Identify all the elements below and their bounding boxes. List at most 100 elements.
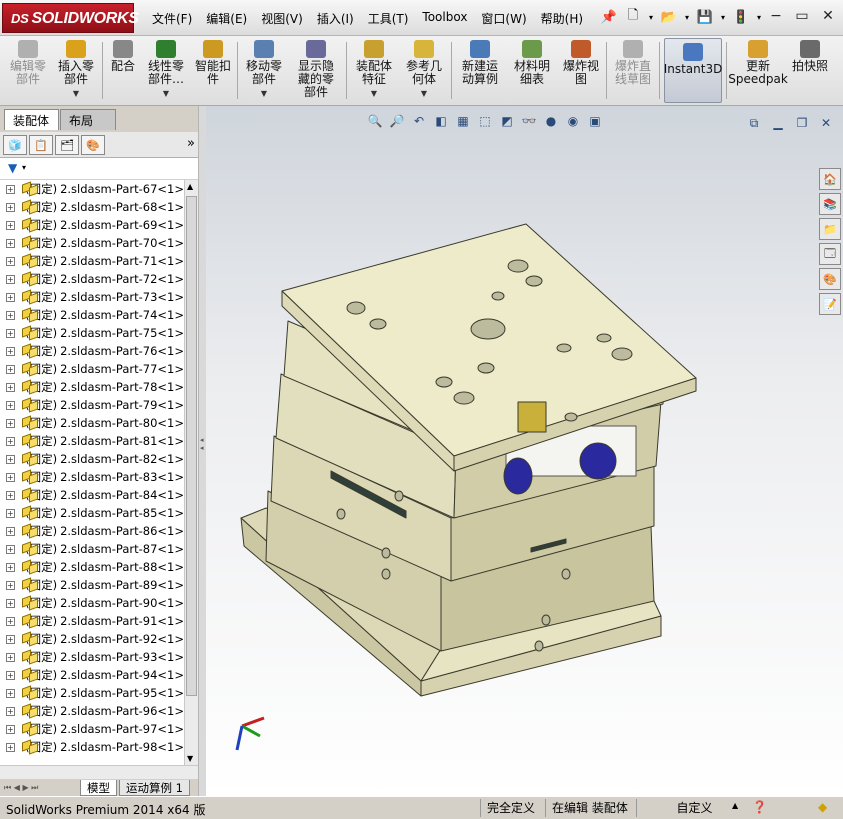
expand-icon[interactable]: +	[6, 202, 15, 212]
command-button[interactable]: Instant3D	[664, 38, 722, 103]
command-button[interactable]: 更新 Speedpak	[728, 36, 788, 105]
expand-icon[interactable]: +	[6, 184, 15, 194]
command-button[interactable]: 线性零 部件… ▼	[141, 36, 191, 105]
tree-item[interactable]: + (固定) 2.sldasm-Part-94<1>	[0, 666, 184, 684]
tab-assembly[interactable]: 装配体	[4, 109, 59, 130]
expand-icon[interactable]: +	[6, 634, 15, 644]
mold-assembly-model[interactable]	[206, 106, 843, 796]
scroll-thumb[interactable]	[186, 196, 197, 696]
chevron-down-icon[interactable]: ▼	[421, 87, 427, 100]
expand-icon[interactable]: +	[6, 220, 15, 230]
tree-item[interactable]: + (固定) 2.sldasm-Part-96<1>	[0, 702, 184, 720]
tree-item[interactable]: + (固定) 2.sldasm-Part-88<1>	[0, 558, 184, 576]
menu-item[interactable]: 编辑(E)	[200, 8, 253, 29]
expand-arrow-icon[interactable]: »	[187, 135, 195, 154]
traffic-light-icon[interactable]: 🚦	[730, 6, 752, 28]
configuration-manager-icon[interactable]: 🗂	[55, 135, 79, 155]
expand-icon[interactable]: +	[6, 454, 15, 464]
expand-icon[interactable]: +	[6, 400, 15, 410]
expand-icon[interactable]: +	[6, 346, 15, 356]
tab-nav-arrows[interactable]: ⏮ ◀ ▶ ⏭	[0, 780, 80, 796]
tree-item[interactable]: + (固定) 2.sldasm-Part-79<1>	[0, 396, 184, 414]
expand-icon[interactable]: +	[6, 292, 15, 302]
command-button[interactable]: 装配体 特征 ▼	[349, 36, 399, 105]
tree-item[interactable]: + (固定) 2.sldasm-Part-71<1>	[0, 252, 184, 270]
expand-icon[interactable]: +	[6, 508, 15, 518]
tree-item[interactable]: + (固定) 2.sldasm-Part-80<1>	[0, 414, 184, 432]
command-button[interactable]: 参考几 何体 ▼	[399, 36, 449, 105]
expand-icon[interactable]: +	[6, 364, 15, 374]
chevron-down-icon[interactable]: ▾	[718, 13, 728, 22]
expand-icon[interactable]: +	[6, 616, 15, 626]
tree-filter[interactable]: ▼ ▾	[0, 158, 198, 180]
tree-item[interactable]: + (固定) 2.sldasm-Part-86<1>	[0, 522, 184, 540]
tree-item[interactable]: + (固定) 2.sldasm-Part-68<1>	[0, 198, 184, 216]
chevron-down-icon[interactable]: ▾	[646, 13, 656, 22]
menu-item[interactable]: Toolbox	[416, 8, 473, 29]
display-manager-icon[interactable]: 🎨	[81, 135, 105, 155]
command-button[interactable]: 显示隐 藏的零 部件	[288, 36, 344, 105]
minimize-button[interactable]: −	[765, 6, 787, 26]
tag-icon[interactable]: ◆	[818, 800, 827, 814]
maximize-button[interactable]: ▭	[791, 6, 813, 26]
expand-icon[interactable]: +	[6, 544, 15, 554]
menu-item[interactable]: 工具(T)	[362, 8, 415, 29]
tree-item[interactable]: + (固定) 2.sldasm-Part-82<1>	[0, 450, 184, 468]
command-button[interactable]: 插入零 部件 ▼	[52, 36, 100, 105]
tree-item[interactable]: + (固定) 2.sldasm-Part-72<1>	[0, 270, 184, 288]
command-button[interactable]: 材料明 细表	[506, 36, 558, 105]
chevron-up-icon[interactable]: ▲	[732, 801, 738, 810]
expand-icon[interactable]: +	[6, 472, 15, 482]
expand-icon[interactable]: +	[6, 436, 15, 446]
solidworks-logo[interactable]: DS SOLIDWORKS	[2, 3, 139, 33]
status-units[interactable]: 自定义	[636, 799, 746, 817]
expand-icon[interactable]: +	[6, 526, 15, 536]
expand-icon[interactable]: +	[6, 310, 15, 320]
tree-item[interactable]: + (固定) 2.sldasm-Part-70<1>	[0, 234, 184, 252]
tree-hscrollbar[interactable]	[0, 765, 198, 779]
chevron-down-icon[interactable]: ▼	[73, 87, 79, 100]
expand-icon[interactable]: +	[6, 274, 15, 284]
tree-item[interactable]: + (固定) 2.sldasm-Part-69<1>	[0, 216, 184, 234]
expand-icon[interactable]: +	[6, 562, 15, 572]
property-manager-icon[interactable]: 📋	[29, 135, 53, 155]
tree-item[interactable]: + (固定) 2.sldasm-Part-84<1>	[0, 486, 184, 504]
tree-item[interactable]: + (固定) 2.sldasm-Part-85<1>	[0, 504, 184, 522]
tree-item[interactable]: + (固定) 2.sldasm-Part-95<1>	[0, 684, 184, 702]
menu-item[interactable]: 文件(F)	[146, 8, 198, 29]
expand-icon[interactable]: +	[6, 652, 15, 662]
chevron-down-icon[interactable]: ▾	[682, 13, 692, 22]
tree-item[interactable]: + (固定) 2.sldasm-Part-87<1>	[0, 540, 184, 558]
pin-icon[interactable]: 📌	[598, 6, 620, 28]
pane-splitter[interactable]: ◂ ◂	[198, 106, 206, 796]
menu-item[interactable]: 窗口(W)	[475, 8, 532, 29]
menu-item[interactable]: 视图(V)	[255, 8, 309, 29]
tab-layout[interactable]: 布局	[60, 109, 116, 130]
graphics-area[interactable]: 🔍 🔎 ↶ ◧ ▦ ⬚ ◩ 👓 ● ◉ ▣ ⧉ ▁ ❐ ✕ 🏠 📚 📁 🗔 🎨 …	[206, 106, 843, 796]
expand-icon[interactable]: +	[6, 742, 15, 752]
tree-item[interactable]: + (固定) 2.sldasm-Part-73<1>	[0, 288, 184, 306]
expand-icon[interactable]: +	[6, 688, 15, 698]
command-button[interactable]: 移动零 部件 ▼	[240, 36, 288, 105]
tree-item[interactable]: + (固定) 2.sldasm-Part-97<1>	[0, 720, 184, 738]
tree-item[interactable]: + (固定) 2.sldasm-Part-83<1>	[0, 468, 184, 486]
tree-item[interactable]: + (固定) 2.sldasm-Part-91<1>	[0, 612, 184, 630]
expand-icon[interactable]: +	[6, 490, 15, 500]
expand-icon[interactable]: +	[6, 580, 15, 590]
new-document-icon[interactable]: 🗋	[622, 6, 644, 28]
expand-icon[interactable]: +	[6, 670, 15, 680]
close-button[interactable]: ✕	[817, 6, 839, 26]
chevron-down-icon[interactable]: ▼	[163, 87, 169, 100]
command-button[interactable]: 爆炸直 线草图	[609, 36, 657, 105]
feature-manager-icon[interactable]: 🧊	[3, 135, 27, 155]
menu-item[interactable]: 帮助(H)	[535, 8, 589, 29]
tree-item[interactable]: + (固定) 2.sldasm-Part-92<1>	[0, 630, 184, 648]
expand-icon[interactable]: +	[6, 238, 15, 248]
tree-item[interactable]: + (固定) 2.sldasm-Part-75<1>	[0, 324, 184, 342]
tree-item[interactable]: + (固定) 2.sldasm-Part-93<1>	[0, 648, 184, 666]
tree-item[interactable]: + (固定) 2.sldasm-Part-89<1>	[0, 576, 184, 594]
expand-icon[interactable]: +	[6, 418, 15, 428]
expand-icon[interactable]: +	[6, 382, 15, 392]
command-button[interactable]: 智能扣 件	[191, 36, 235, 105]
tree-scrollbar[interactable]: ▲ ▼	[184, 180, 198, 765]
